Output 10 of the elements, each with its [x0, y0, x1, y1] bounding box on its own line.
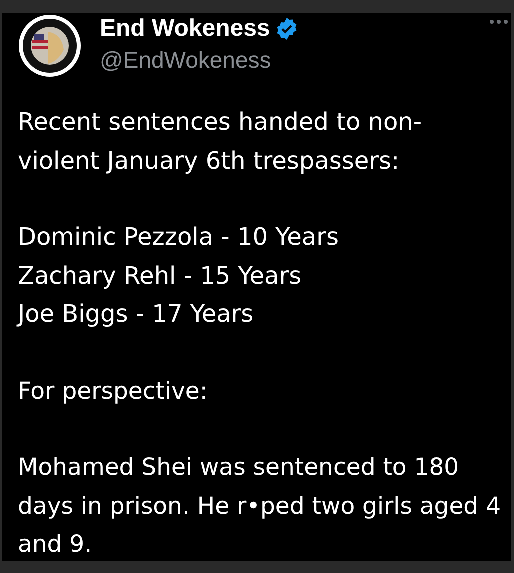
author-name[interactable]: End Wokeness — [100, 14, 270, 44]
tweet-text-line: Joe Biggs - 17 Years — [18, 299, 255, 330]
more-icon[interactable] — [489, 19, 509, 25]
tweet-text-line: Dominic Pezzola - 10 Years — [18, 222, 340, 253]
avatar[interactable] — [18, 14, 82, 78]
tweet-text-line: Zachary Rehl - 15 Years — [18, 260, 303, 292]
tweet-text: For perspective: — [18, 376, 209, 406]
tweet-text: Mohamed Shei was sentenced to 180 days in prison. He r•ped two girls aged 4 and 9. — [18, 452, 502, 560]
author-handle[interactable]: @EndWokeness — [100, 44, 300, 76]
tweet-text: Recent sentences handed to non-violent January 6th trespassers: — [18, 107, 424, 176]
